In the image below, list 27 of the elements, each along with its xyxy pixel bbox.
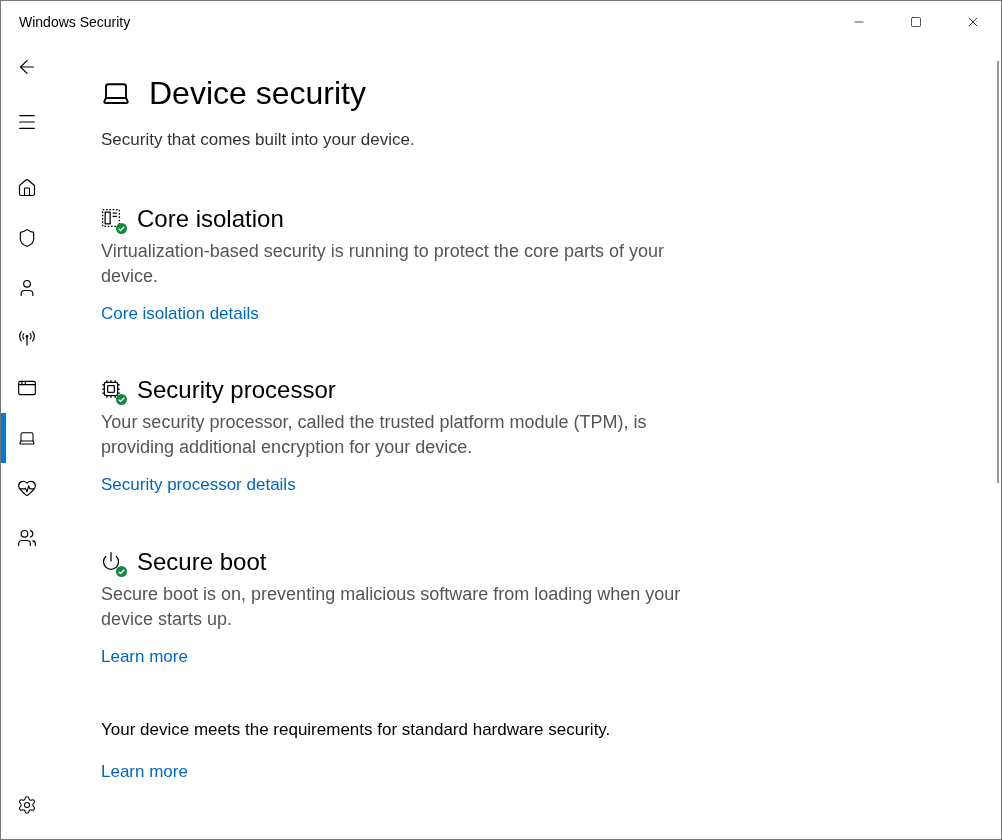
dotted-chip-icon: [101, 207, 121, 228]
browser-window-icon: [17, 378, 37, 398]
section-title: Security processor: [137, 375, 336, 405]
section-title: Secure boot: [137, 546, 267, 577]
page-title: Device security: [149, 74, 366, 113]
details-link[interactable]: Learn more: [101, 643, 188, 669]
people-icon: [17, 528, 37, 548]
chip-icon: [101, 379, 121, 399]
power-icon: [101, 550, 121, 571]
shield-icon: [17, 228, 37, 248]
window-title: Windows Security: [19, 12, 132, 32]
home-icon: [17, 178, 37, 198]
section-description: Secure boot is on, preventing malicious software from loading when your device starts up.: [101, 582, 682, 631]
laptop-icon: [18, 429, 36, 447]
hardware-status-text: Your device meets the requirements for standard hardware security.: [101, 719, 612, 741]
settings-icon: [17, 795, 37, 815]
section-title: Core isolation: [137, 203, 284, 234]
antenna-icon: [17, 328, 37, 348]
details-link[interactable]: Core isolation details: [101, 300, 259, 326]
details-link[interactable]: Security processor details: [101, 472, 296, 498]
maximize-icon: [909, 16, 922, 28]
section-description: Virtualization-based security is running to protect the core parts of your device.: [101, 239, 665, 288]
heart-pulse-icon: [17, 478, 37, 498]
learn-more-link[interactable]: Learn more: [101, 758, 188, 784]
scrollbar[interactable]: [997, 61, 999, 483]
section-description: Your security processor, called the trusted platform module (TPM), is providing additional encryption for your device.: [101, 411, 648, 459]
page-subtitle: Security that comes built into your device.: [101, 129, 416, 151]
